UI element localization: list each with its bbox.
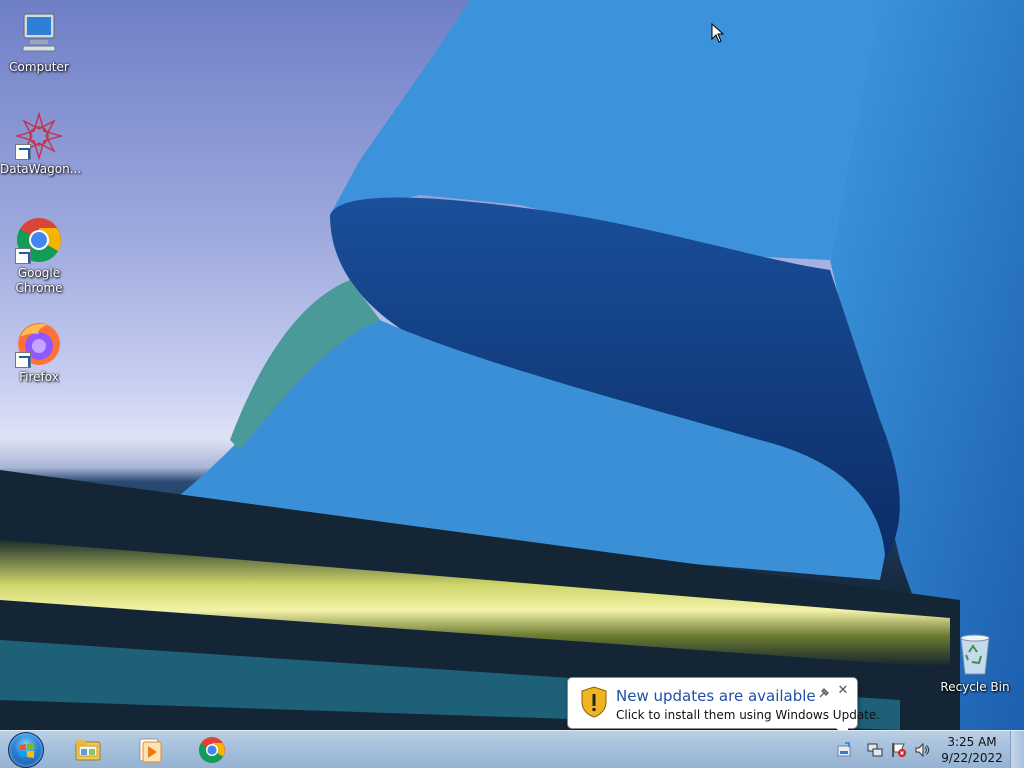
windows-update-tray-icon[interactable] [836, 742, 852, 758]
windows-explorer-icon [75, 740, 101, 761]
warning-shield-icon [581, 686, 607, 718]
volume-icon[interactable] [914, 742, 930, 758]
desktop-icon-label: Google Chrome [15, 266, 63, 295]
chrome-icon [15, 216, 63, 264]
mouse-cursor-icon [711, 23, 725, 43]
taskbar-windows-explorer[interactable] [60, 733, 116, 767]
notification-title: New updates are available [616, 687, 816, 705]
computer-icon [15, 10, 63, 58]
taskbar: 3:25 AM 9/22/2022 [0, 730, 1024, 768]
windows-logo-icon [20, 743, 34, 758]
firefox-icon [15, 320, 63, 368]
desktop-icon-google-chrome[interactable]: Google Chrome [0, 216, 78, 296]
desktop-wallpaper [0, 0, 1024, 730]
recycle-bin-icon [951, 630, 999, 678]
media-player-icon [139, 738, 162, 763]
desktop-icon-recycle-bin[interactable]: Recycle Bin [936, 630, 1014, 695]
clock-time: 3:25 AM [947, 735, 997, 749]
clock-date: 9/22/2022 [941, 751, 1003, 765]
desktop-icon-label: Computer [9, 60, 69, 74]
desktop-icon-computer[interactable]: Computer [0, 10, 78, 75]
action-center-flag-icon[interactable] [891, 742, 907, 758]
desktop-icon-datawagon[interactable]: DataWagon... [0, 111, 82, 177]
desktop-icon-firefox[interactable]: Firefox [0, 320, 78, 385]
start-button[interactable] [8, 732, 44, 768]
taskbar-clock[interactable]: 3:25 AM 9/22/2022 [938, 734, 1006, 766]
desktop-icon-label: Firefox [19, 370, 59, 384]
notification-body: Click to install them using Windows Upda… [616, 708, 881, 722]
chrome-icon [198, 737, 225, 763]
update-notification-balloon[interactable]: New updates are available Click to insta… [567, 677, 880, 740]
taskbar-chrome[interactable] [184, 733, 240, 767]
shortcut-arrow-icon [15, 248, 31, 264]
desktop-icon-label: Recycle Bin [940, 680, 1010, 694]
show-desktop-button[interactable] [1010, 731, 1024, 768]
desktop-icon-label: DataWagon... [0, 162, 82, 176]
notification-options-icon[interactable] [818, 687, 830, 699]
close-icon[interactable]: ✕ [836, 684, 850, 698]
taskbar-media-player[interactable] [122, 733, 178, 767]
shortcut-arrow-icon [15, 352, 31, 368]
network-icon[interactable] [867, 742, 883, 758]
shortcut-arrow-icon [15, 144, 31, 160]
datawagon-icon [14, 111, 64, 161]
